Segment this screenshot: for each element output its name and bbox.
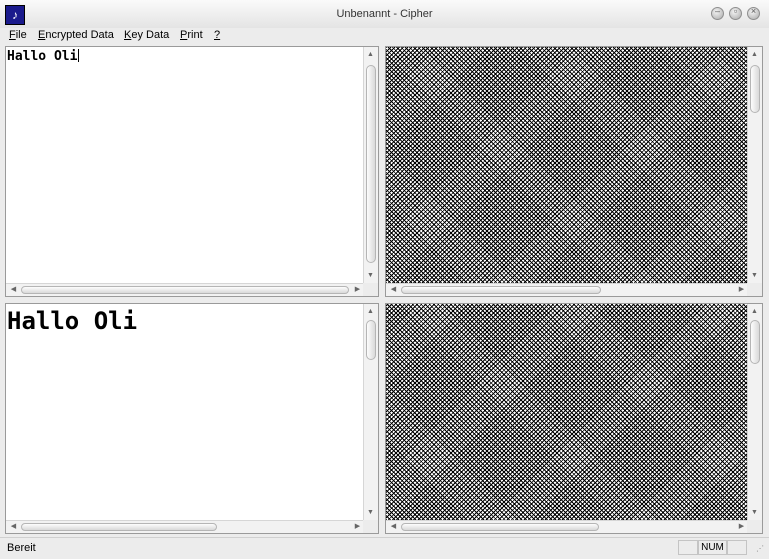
close-icon: × xyxy=(750,6,757,16)
key-data-hscrollbar[interactable]: ◀ ▶ xyxy=(386,520,749,533)
scroll-up-arrow-icon[interactable]: ▲ xyxy=(364,307,377,317)
plaintext-output-vscrollbar[interactable]: ▲ ▼ xyxy=(363,304,378,521)
menu-print[interactable]: Print xyxy=(180,29,203,41)
menu-encrypted-label: ncrypted Data xyxy=(45,29,114,41)
plaintext-input[interactable]: Hallo Oli xyxy=(7,49,80,64)
encrypted-data-hscrollbar[interactable]: ◀ ▶ xyxy=(386,283,749,296)
menu-help-accel: ? xyxy=(214,29,221,41)
scroll-corner xyxy=(747,520,762,533)
scroll-left-arrow-icon[interactable]: ◀ xyxy=(387,522,400,532)
scroll-up-arrow-icon[interactable]: ▲ xyxy=(748,307,761,317)
title-bar[interactable]: ♪ Unbenannt - Cipher – ▫ × xyxy=(0,0,769,29)
maximize-button[interactable]: ▫ xyxy=(729,6,742,20)
maximize-icon: ▫ xyxy=(733,6,738,16)
resize-grip-icon[interactable]: ⋰ xyxy=(756,544,766,554)
scroll-thumb[interactable] xyxy=(401,523,599,531)
menu-encrypted-data[interactable]: Encrypted Data xyxy=(38,29,114,41)
scroll-thumb[interactable] xyxy=(401,286,601,294)
scroll-thumb[interactable] xyxy=(366,320,376,360)
scroll-corner xyxy=(747,283,762,296)
status-panel-num: NUM xyxy=(698,540,727,555)
scroll-down-arrow-icon[interactable]: ▼ xyxy=(748,271,761,281)
scroll-left-arrow-icon[interactable]: ◀ xyxy=(7,285,20,295)
scroll-down-arrow-icon[interactable]: ▼ xyxy=(364,271,377,281)
scroll-down-arrow-icon[interactable]: ▼ xyxy=(364,508,377,518)
scroll-up-arrow-icon[interactable]: ▲ xyxy=(748,50,761,60)
menu-bar: File Encrypted Data Key Data Print ? xyxy=(0,28,769,44)
menu-key-data[interactable]: Key Data xyxy=(124,29,169,41)
encrypted-data-vscrollbar[interactable]: ▲ ▼ xyxy=(747,47,762,284)
menu-file-label: ile xyxy=(15,29,27,41)
scroll-corner xyxy=(363,283,378,296)
scroll-down-arrow-icon[interactable]: ▼ xyxy=(748,508,761,518)
encrypted-data-pane[interactable]: ▲ ▼ ◀ ▶ xyxy=(385,46,763,297)
scroll-thumb[interactable] xyxy=(21,286,349,294)
status-text: Bereit xyxy=(7,542,36,554)
menu-file-accel: F xyxy=(9,29,16,41)
menu-file[interactable]: File xyxy=(9,29,27,41)
minimize-button[interactable]: – xyxy=(711,6,724,20)
scroll-left-arrow-icon[interactable]: ◀ xyxy=(7,522,20,532)
plaintext-output-pane[interactable]: Hallo Oli ▲ ▼ ◀ ▶ xyxy=(5,303,379,534)
minimize-icon: – xyxy=(714,6,720,16)
scroll-thumb[interactable] xyxy=(750,65,760,113)
plaintext-input-vscrollbar[interactable]: ▲ ▼ xyxy=(363,47,378,284)
scroll-thumb[interactable] xyxy=(366,65,376,263)
text-caret xyxy=(78,49,80,62)
key-data-pane[interactable]: ▲ ▼ ◀ ▶ xyxy=(385,303,763,534)
plaintext-input-hscrollbar[interactable]: ◀ ▶ xyxy=(6,283,365,296)
menu-key-label: ey Data xyxy=(131,29,170,41)
plaintext-output-hscrollbar[interactable]: ◀ ▶ xyxy=(6,520,365,533)
key-data-vscrollbar[interactable]: ▲ ▼ xyxy=(747,304,762,521)
window-title: Unbenannt - Cipher xyxy=(336,8,433,20)
scroll-up-arrow-icon[interactable]: ▲ xyxy=(364,50,377,60)
status-panel-caps xyxy=(678,540,698,555)
scroll-thumb[interactable] xyxy=(750,320,760,364)
status-bar: Bereit NUM ⋰ xyxy=(0,537,769,559)
menu-print-label: rint xyxy=(187,29,203,41)
plaintext-input-text: Hallo Oli xyxy=(7,49,78,64)
menu-help[interactable]: ? xyxy=(214,29,220,41)
scroll-left-arrow-icon[interactable]: ◀ xyxy=(387,285,400,295)
close-button[interactable]: × xyxy=(747,6,760,20)
scroll-thumb[interactable] xyxy=(21,523,217,531)
scroll-corner xyxy=(363,520,378,533)
plaintext-input-pane[interactable]: Hallo Oli ▲ ▼ ◀ ▶ xyxy=(5,46,379,297)
plaintext-output: Hallo Oli xyxy=(7,307,138,335)
status-panel-scroll xyxy=(727,540,747,555)
